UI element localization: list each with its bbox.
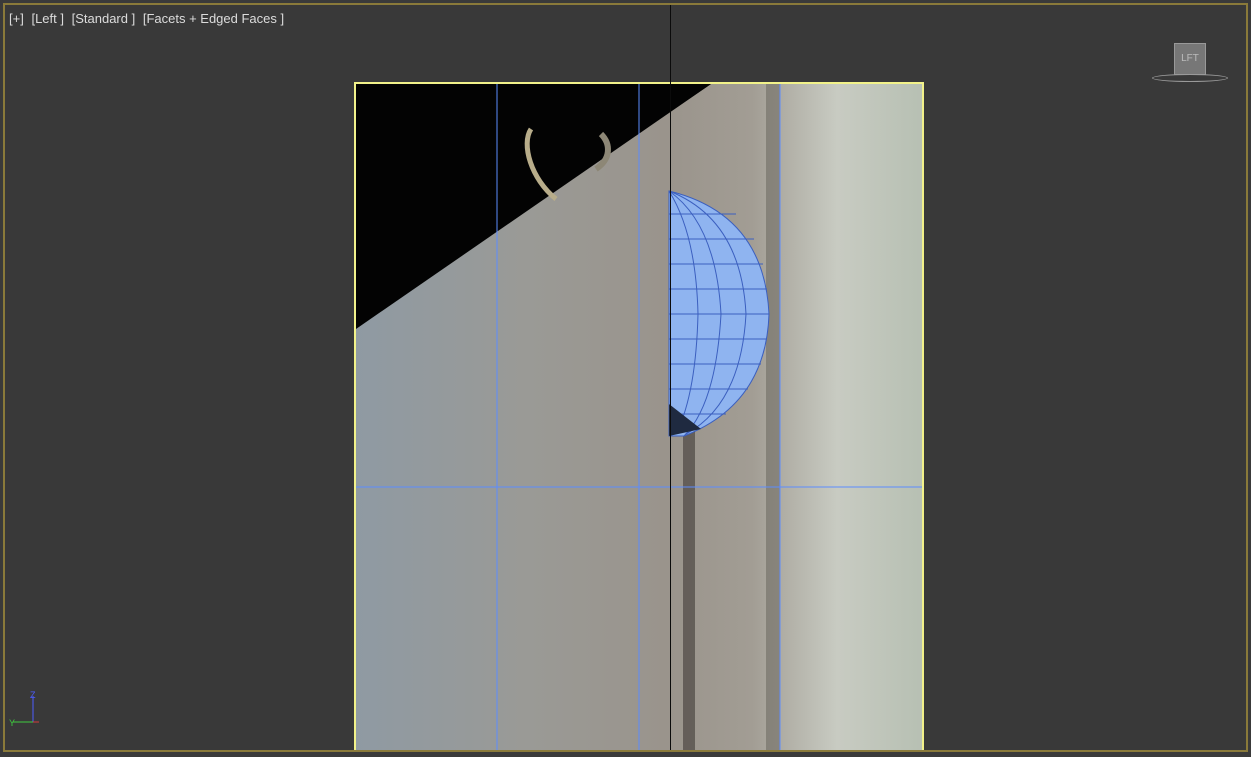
viewport-label-menu: [+] [Left ] [Standard ] [Facets + Edged … <box>9 11 288 26</box>
viewport-shading-standard-menu[interactable]: [Standard ] <box>72 11 136 26</box>
axis-z-label: Z <box>30 690 36 700</box>
viewport-vertical-axis-line <box>670 5 671 750</box>
viewcube-face[interactable]: LFT <box>1174 43 1206 75</box>
viewport-plus-menu[interactable]: [+] <box>9 11 24 26</box>
axis-tripod-icon: Z Y <box>9 690 39 728</box>
viewcube[interactable]: LFT <box>1150 43 1230 88</box>
reference-photo-render <box>356 84 922 750</box>
viewport-display-mode-menu[interactable]: [Facets + Edged Faces ] <box>143 11 284 26</box>
reference-image-plane[interactable] <box>354 82 924 750</box>
viewcube-compass-ring[interactable] <box>1152 74 1228 82</box>
left-viewport[interactable]: [+] [Left ] [Standard ] [Facets + Edged … <box>3 3 1248 752</box>
viewport-point-of-view-menu[interactable]: [Left ] <box>31 11 64 26</box>
hemisphere-mesh[interactable] <box>668 190 770 437</box>
axis-y-label: Y <box>9 718 15 728</box>
